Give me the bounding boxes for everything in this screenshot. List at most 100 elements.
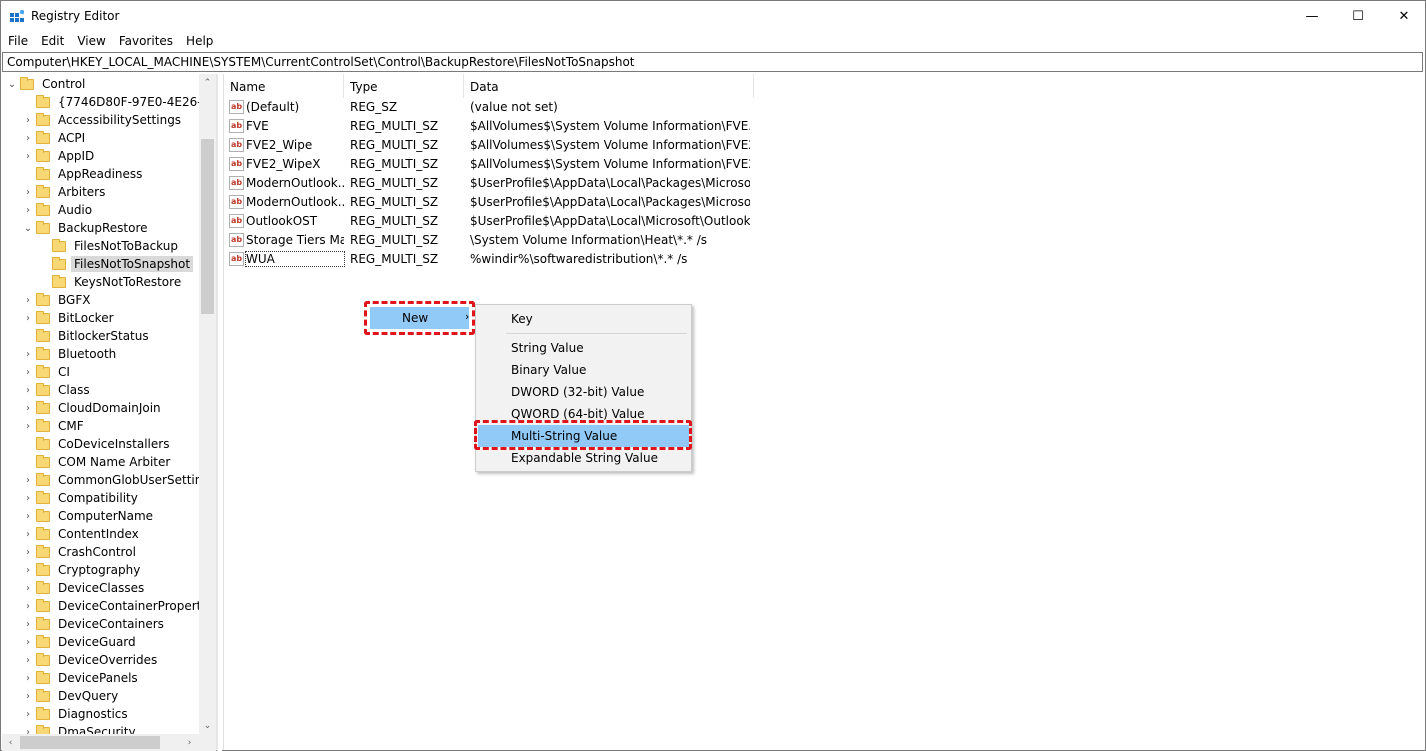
submenu-item-key[interactable]: Key	[478, 308, 689, 330]
tree-item[interactable]: COM Name Arbiter	[22, 453, 173, 471]
tree-item[interactable]: {7746D80F-97E0-4E26-9543	[22, 93, 216, 111]
tree-item[interactable]: › CI	[22, 363, 73, 381]
menu-view[interactable]: View	[70, 32, 111, 52]
collapse-chevron-icon[interactable]: ⌄	[6, 75, 18, 93]
expand-chevron-icon[interactable]: ›	[22, 507, 34, 525]
value-row[interactable]: ab ModernOutlook... REG_MULTI_SZ $UserProfi…	[224, 174, 754, 193]
column-header-name[interactable]: Name	[224, 74, 344, 98]
expand-chevron-icon[interactable]: ›	[22, 561, 34, 579]
tree-item[interactable]: › Compatibility	[22, 489, 141, 507]
tree-item[interactable]: BitlockerStatus	[22, 327, 152, 345]
submenu-item-string-value[interactable]: String Value	[478, 337, 689, 359]
expand-chevron-icon[interactable]: ›	[22, 471, 34, 489]
value-row[interactable]: ab WUA REG_MULTI_SZ %windir%\softwaredistri…	[224, 250, 754, 269]
tree-item[interactable]: › ACPI	[22, 129, 88, 147]
expand-chevron-icon[interactable]: ›	[22, 129, 34, 147]
tree-item[interactable]: › CrashControl	[22, 543, 139, 561]
tree-item[interactable]: FilesNotToBackup	[38, 237, 181, 255]
tree-item[interactable]: › AccessibilitySettings	[22, 111, 184, 129]
expand-chevron-icon[interactable]: ›	[22, 111, 34, 129]
tree-item[interactable]: › ContentIndex	[22, 525, 142, 543]
value-row[interactable]: abStorage Tiers Ma... REG_MULTI_SZ \System…	[224, 231, 754, 250]
submenu-item-expandable-string-value[interactable]: Expandable String Value	[478, 447, 689, 469]
expand-chevron-icon[interactable]: ›	[22, 615, 34, 633]
submenu-item-binary-value[interactable]: Binary Value	[478, 359, 689, 381]
scroll-right-arrow-icon[interactable]: ›	[181, 734, 198, 751]
tree-item[interactable]: › Arbiters	[22, 183, 108, 201]
value-row[interactable]: ab FVE2_Wipe REG_MULTI_SZ $AllVolumes$\Syst…	[224, 136, 754, 155]
tree-item[interactable]: CoDeviceInstallers	[22, 435, 172, 453]
scroll-left-arrow-icon[interactable]: ‹	[2, 734, 19, 751]
tree-item[interactable]: › Class	[22, 381, 93, 399]
expand-chevron-icon[interactable]: ›	[22, 147, 34, 165]
tree-item[interactable]: › BitLocker	[22, 309, 117, 327]
tree-item[interactable]: › DeviceOverrides	[22, 651, 160, 669]
collapse-chevron-icon[interactable]: ⌄	[22, 219, 34, 237]
value-row[interactable]: ab ModernOutlook... REG_MULTI_SZ $UserProfi…	[224, 193, 754, 212]
scroll-up-arrow-icon[interactable]: ⌃	[199, 74, 216, 91]
tree-item[interactable]: › DeviceContainers	[22, 615, 167, 633]
tree-horizontal-scrollbar[interactable]: ‹ ›	[2, 734, 216, 751]
tree-item[interactable]: › CloudDomainJoin	[22, 399, 164, 417]
value-row[interactable]: ab FVE2_WipeX REG_MULTI_SZ $AllVolumes$\Sys…	[224, 155, 754, 174]
expand-chevron-icon[interactable]: ›	[22, 651, 34, 669]
expand-chevron-icon[interactable]: ›	[22, 183, 34, 201]
close-button[interactable]: ✕	[1381, 1, 1426, 32]
expand-chevron-icon[interactable]: ›	[22, 363, 34, 381]
tree-item[interactable]: ⌄ BackupRestore	[22, 219, 151, 237]
values-list[interactable]: Name Type Data ab (Default) REG_SZ (value n…	[223, 74, 1425, 750]
expand-chevron-icon[interactable]: ›	[22, 597, 34, 615]
value-row[interactable]: ab OutlookOST REG_MULTI_SZ $UserProfile$\Ap…	[224, 212, 754, 231]
expand-chevron-icon[interactable]: ›	[22, 579, 34, 597]
value-row[interactable]: ab FVE REG_MULTI_SZ $AllVolumes$\System Vol…	[224, 117, 754, 136]
tree-item[interactable]: FilesNotToSnapshot	[38, 255, 194, 273]
expand-chevron-icon[interactable]: ›	[22, 417, 34, 435]
value-row[interactable]: ab (Default) REG_SZ (value not set)	[224, 98, 754, 117]
expand-chevron-icon[interactable]: ›	[22, 381, 34, 399]
scroll-down-arrow-icon[interactable]: ⌄	[199, 717, 216, 734]
column-header-type[interactable]: Type	[344, 74, 464, 98]
menu-edit[interactable]: Edit	[34, 32, 70, 52]
expand-chevron-icon[interactable]: ›	[22, 345, 34, 363]
expand-chevron-icon[interactable]: ›	[22, 399, 34, 417]
menu-file[interactable]: File	[1, 32, 34, 52]
tree-item[interactable]: › BGFX	[22, 291, 93, 309]
tree-item[interactable]: › DeviceClasses	[22, 579, 147, 597]
expand-chevron-icon[interactable]: ›	[22, 633, 34, 651]
tree-item[interactable]: › Diagnostics	[22, 705, 131, 723]
expand-chevron-icon[interactable]: ›	[22, 705, 34, 723]
tree-item[interactable]: KeysNotToRestore	[38, 273, 184, 291]
tree-item[interactable]: › Cryptography	[22, 561, 143, 579]
expand-chevron-icon[interactable]: ›	[22, 489, 34, 507]
tree-item[interactable]: › DeviceGuard	[22, 633, 139, 651]
expand-chevron-icon[interactable]: ›	[22, 525, 34, 543]
tree-item[interactable]: ⌄ Control	[6, 75, 88, 93]
scroll-thumb[interactable]	[201, 139, 214, 314]
minimize-button[interactable]: —	[1289, 1, 1335, 32]
expand-chevron-icon[interactable]: ›	[22, 669, 34, 687]
expand-chevron-icon[interactable]: ›	[22, 291, 34, 309]
tree-item[interactable]: › DevicePanels	[22, 669, 141, 687]
tree-item[interactable]: › CommonGlobUserSettings	[22, 471, 216, 489]
submenu-item-dword-value[interactable]: DWORD (32-bit) Value	[478, 381, 689, 403]
tree-item[interactable]: › Audio	[22, 201, 95, 219]
expand-chevron-icon[interactable]: ›	[22, 543, 34, 561]
pane-splitter[interactable]	[217, 74, 222, 751]
maximize-button[interactable]: ☐	[1335, 1, 1381, 32]
tree-item[interactable]: › DeviceContainerPropertyU	[22, 597, 216, 615]
expand-chevron-icon[interactable]: ›	[22, 201, 34, 219]
tree-item[interactable]: › Bluetooth	[22, 345, 119, 363]
tree-item[interactable]: › CMF	[22, 417, 87, 435]
hscroll-thumb[interactable]	[20, 736, 160, 749]
menu-help[interactable]: Help	[179, 32, 219, 52]
tree-item[interactable]: › AppID	[22, 147, 97, 165]
tree-item[interactable]: › ComputerName	[22, 507, 156, 525]
menu-favorites[interactable]: Favorites	[112, 32, 179, 52]
column-header-data[interactable]: Data	[464, 74, 754, 98]
tree-item[interactable]: › DevQuery	[22, 687, 121, 705]
expand-chevron-icon[interactable]: ›	[22, 687, 34, 705]
address-bar[interactable]: Computer\HKEY_LOCAL_MACHINE\SYSTEM\Curre…	[2, 52, 1423, 72]
tree-vertical-scrollbar[interactable]: ⌃ ⌄	[199, 74, 216, 734]
expand-chevron-icon[interactable]: ›	[22, 309, 34, 327]
tree-item[interactable]: AppReadiness	[22, 165, 145, 183]
